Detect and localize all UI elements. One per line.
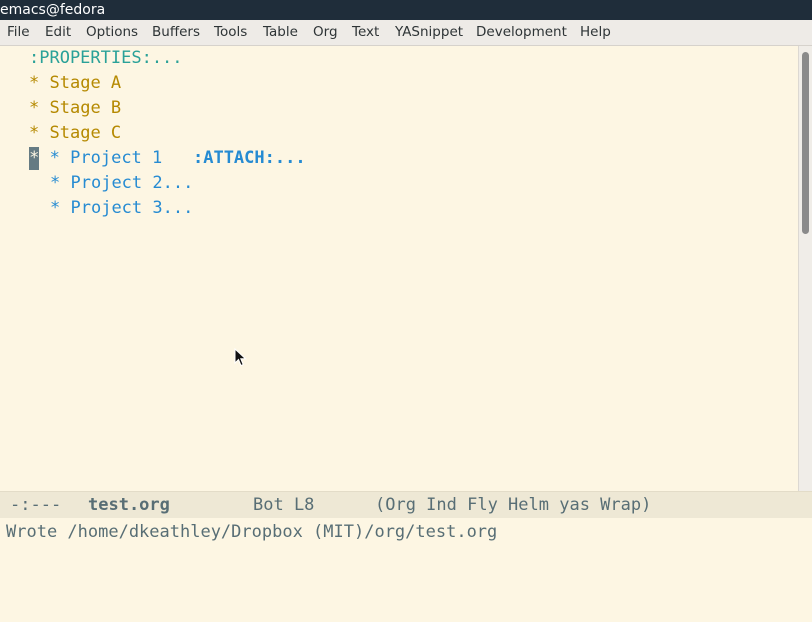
heading-project-2[interactable]: * Project 2... (50, 171, 193, 196)
heading-project-1[interactable]: * * Project 1 :ATTACH:... (29, 146, 306, 171)
heading-star: * (29, 123, 40, 143)
heading-star: * (29, 73, 40, 93)
heading-star: * (49, 148, 60, 168)
window-title: emacs@fedora (0, 2, 106, 18)
menu-yasnippet[interactable]: YASnippet (395, 20, 463, 45)
menu-table[interactable]: Table (263, 20, 298, 45)
heading-text: Stage C (49, 123, 122, 143)
menu-help[interactable]: Help (580, 20, 611, 45)
heading-text: Stage B (49, 98, 122, 118)
menu-development[interactable]: Development (476, 20, 567, 45)
menu-org[interactable]: Org (313, 20, 338, 45)
menu-edit[interactable]: Edit (45, 20, 71, 45)
modeline-modes[interactable]: (Org Ind Fly Helm yas Wrap) (375, 492, 651, 518)
mode-line[interactable]: -:--- test.org Bot L8 (Org Ind Fly Helm … (0, 491, 812, 518)
menu-tools[interactable]: Tools (214, 20, 247, 45)
menu-file[interactable]: File (7, 20, 30, 45)
echo-area: Wrote /home/dkeathley/Dropbox (MIT)/org/… (0, 518, 812, 544)
heading-text: Project 1 (70, 148, 163, 168)
heading-project-3[interactable]: * Project 3... (50, 196, 193, 221)
menu-options[interactable]: Options (86, 20, 138, 45)
heading-stage-c[interactable]: * Stage C (29, 121, 121, 146)
attach-tag[interactable]: :ATTACH:... (193, 148, 306, 168)
vertical-scrollbar[interactable] (798, 46, 812, 491)
heading-stage-a[interactable]: * Stage A (29, 71, 121, 96)
modeline-position: Bot L8 (253, 495, 315, 515)
heading-star: * (50, 198, 61, 218)
scrollbar-thumb[interactable] (802, 52, 809, 234)
heading-text: Project 2... (70, 173, 194, 193)
text-cursor: * (29, 147, 40, 170)
heading-stage-b[interactable]: * Stage B (29, 96, 121, 121)
menu-text[interactable]: Text (352, 20, 379, 45)
org-buffer[interactable]: :PROPERTIES:... * Stage A * Stage B * St… (0, 46, 798, 491)
menu-bar: File Edit Options Buffers Tools Table Or… (0, 20, 812, 46)
mouse-pointer-icon (234, 348, 247, 367)
heading-star: * (29, 98, 40, 118)
heading-star: * (50, 173, 61, 193)
heading-text: Stage A (49, 73, 122, 93)
window-title-bar: emacs@fedora (0, 0, 812, 20)
heading-text: Project 3... (70, 198, 194, 218)
menu-buffers[interactable]: Buffers (152, 20, 200, 45)
properties-drawer[interactable]: :PROPERTIES:... (29, 46, 183, 71)
modeline-status: -:--- (10, 495, 62, 515)
modeline-buffer-name[interactable]: test.org (88, 492, 170, 518)
